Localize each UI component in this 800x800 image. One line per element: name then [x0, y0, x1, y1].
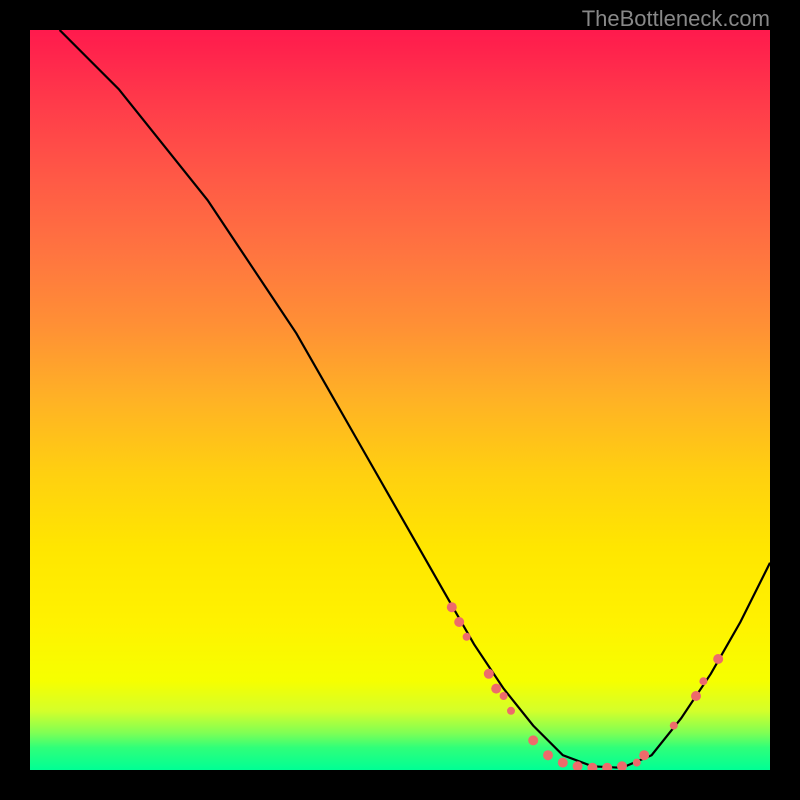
data-marker: [454, 617, 464, 627]
data-marker: [484, 669, 494, 679]
data-marker: [602, 763, 612, 770]
data-marker: [617, 761, 627, 770]
data-marker: [543, 750, 553, 760]
curve-markers: [447, 602, 723, 770]
data-marker: [463, 633, 471, 641]
plot-area: [30, 30, 770, 770]
data-marker: [507, 707, 515, 715]
curve-line: [60, 30, 770, 768]
data-marker: [670, 722, 678, 730]
data-marker: [633, 759, 641, 767]
data-marker: [713, 654, 723, 664]
chart-svg: [30, 30, 770, 770]
data-marker: [447, 602, 457, 612]
data-marker: [558, 758, 568, 768]
data-marker: [491, 684, 501, 694]
data-marker: [500, 692, 508, 700]
data-marker: [639, 750, 649, 760]
data-marker: [528, 735, 538, 745]
data-marker: [691, 691, 701, 701]
chart-container: TheBottleneck.com: [0, 0, 800, 800]
data-marker: [699, 677, 707, 685]
watermark-label: TheBottleneck.com: [582, 6, 770, 32]
